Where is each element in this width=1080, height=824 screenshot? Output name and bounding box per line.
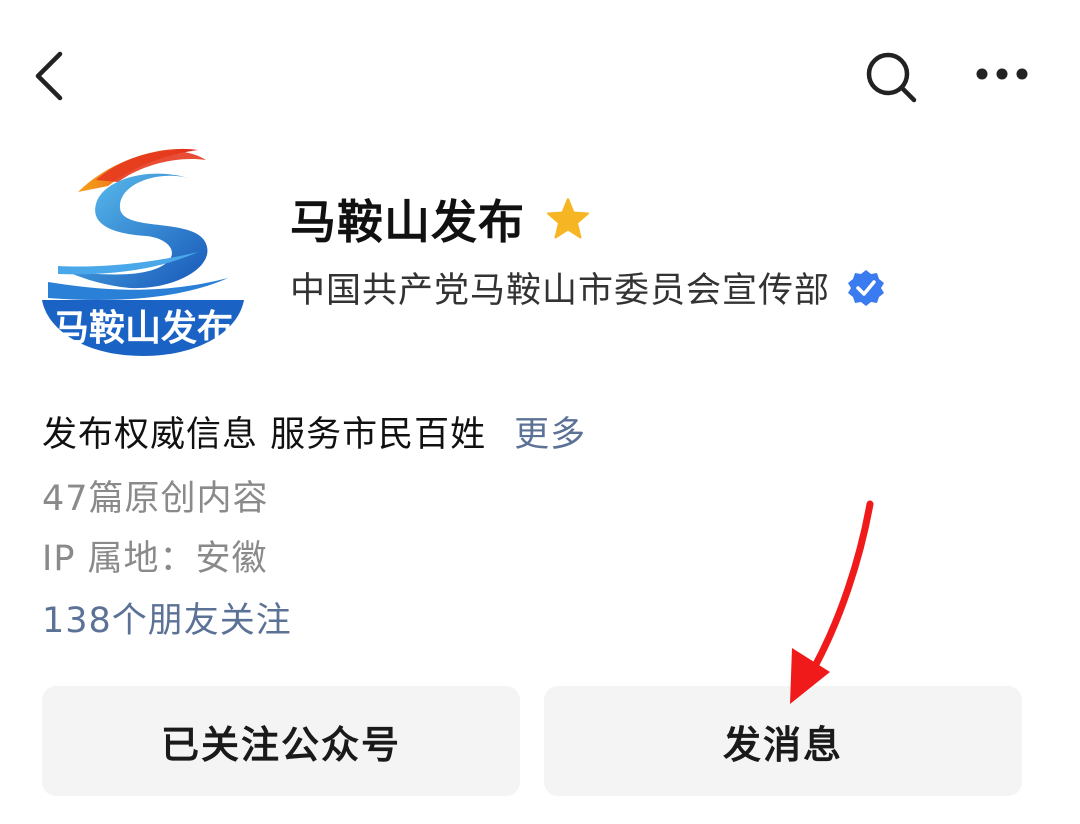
more-link[interactable]: 更多 [514, 406, 586, 457]
account-description: 发布权威信息 服务市民百姓 [42, 415, 487, 455]
account-profile-page: 马鞍山发布 马鞍山发布 中国共产党马鞍山市委员会宣传部 发布权威信息 服务市民百… [0, 0, 1080, 824]
friends-following[interactable]: 138个朋友关注 [42, 592, 292, 643]
account-name: 马鞍山发布 [290, 195, 525, 249]
account-avatar[interactable]: 马鞍山发布 [38, 140, 248, 358]
star-icon [547, 198, 589, 239]
verified-badge-icon [848, 269, 885, 306]
description-row: 发布权威信息 服务市民百姓 更多 [42, 406, 586, 457]
search-icon [866, 52, 917, 103]
original-articles-count[interactable]: 47篇原创内容 [42, 470, 269, 521]
back-button[interactable] [26, 44, 78, 108]
organization-name: 中国共产党马鞍山市委员会宣传部 [290, 271, 831, 311]
ip-location: IP 属地：安徽 [42, 539, 268, 579]
more-horizontal-icon [976, 68, 1028, 80]
chevron-left-icon [35, 51, 63, 101]
red-arrow-annotation [790, 500, 874, 704]
account-name-row: 马鞍山发布 [290, 186, 591, 252]
verified-organization-row[interactable]: 中国共产党马鞍山市委员会宣传部 [290, 262, 886, 313]
logo-text: 马鞍山发布 [53, 307, 233, 349]
search-button[interactable] [860, 46, 924, 110]
ma-anshan-logo: 马鞍山发布 [42, 148, 244, 356]
more-options-button[interactable] [970, 52, 1034, 96]
followed-account-button[interactable]: 已关注公众号 [42, 686, 520, 796]
